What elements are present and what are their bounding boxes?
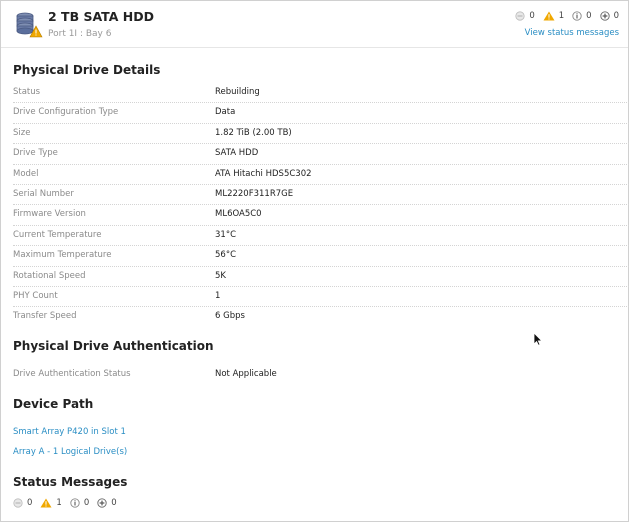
- section-heading-status-messages: Status Messages: [13, 475, 128, 490]
- detail-label: Drive Authentication Status: [13, 368, 131, 379]
- drive-details-panel: 2 TB SATA HDD Port 1I : Bay 6 0 1 0 0 Vi…: [0, 0, 629, 522]
- detail-value: ML2220F311R7GE: [215, 188, 294, 199]
- panel-header: 2 TB SATA HDD Port 1I : Bay 6 0 1 0 0 Vi…: [1, 1, 628, 48]
- details-content: Physical Drive Details Status Rebuilding …: [13, 51, 629, 508]
- critical-status-icon: [515, 11, 525, 21]
- device-path-link-array[interactable]: Array A - 1 Logical Drive(s): [13, 443, 628, 463]
- info-count[interactable]: 0: [572, 11, 592, 21]
- info-status-icon: [70, 498, 80, 508]
- drive-location: Port 1I : Bay 6: [48, 29, 112, 39]
- detail-row: Status Rebuilding: [13, 83, 629, 104]
- detail-value: ML6OA5C0: [215, 209, 262, 220]
- unknown-status-icon: [599, 11, 610, 21]
- detail-row: Drive Configuration Type Data: [13, 103, 629, 124]
- detail-row: Rotational Speed 5K: [13, 267, 629, 287]
- detail-value: Data: [215, 107, 236, 118]
- detail-row: Firmware Version ML6OA5C0: [13, 205, 629, 226]
- detail-row: Drive Type SATA HDD: [13, 144, 629, 165]
- info-count[interactable]: 0: [70, 498, 89, 508]
- detail-value: ATA Hitachi HDS5C302: [215, 168, 312, 179]
- unknown-count[interactable]: 0: [599, 11, 619, 21]
- detail-row: Maximum Temperature 56°C: [13, 246, 629, 267]
- detail-value: 6 Gbps: [215, 311, 245, 322]
- warning-status-icon: [40, 498, 52, 508]
- detail-value: Rebuilding: [215, 87, 260, 97]
- detail-row: Transfer Speed 6 Gbps: [13, 307, 629, 326]
- header-status-summary: 0 1 0 0: [507, 11, 619, 21]
- detail-label: PHY Count: [13, 290, 58, 301]
- detail-value: 56°C: [215, 250, 237, 261]
- detail-value: SATA HDD: [215, 148, 259, 159]
- detail-label: Firmware Version: [13, 209, 86, 220]
- critical-count[interactable]: 0: [13, 498, 32, 508]
- hard-drive-warning-icon: [14, 10, 44, 40]
- detail-row: Current Temperature 31°C: [13, 226, 629, 247]
- status-messages-summary: 0 1 0 0: [13, 498, 628, 508]
- detail-label: Rotational Speed: [13, 270, 86, 281]
- critical-count[interactable]: 0: [515, 11, 535, 21]
- detail-label: Status: [13, 87, 41, 97]
- detail-label: Maximum Temperature: [13, 250, 112, 261]
- detail-label: Transfer Speed: [13, 311, 77, 322]
- detail-value: 5K: [215, 270, 226, 281]
- view-status-messages-link[interactable]: View status messages: [525, 28, 619, 38]
- info-status-icon: [572, 11, 582, 21]
- warning-count[interactable]: 1: [40, 498, 62, 508]
- unknown-count[interactable]: 0: [97, 498, 117, 508]
- detail-label: Current Temperature: [13, 229, 102, 240]
- detail-label: Model: [13, 168, 39, 179]
- warning-count[interactable]: 1: [543, 11, 564, 21]
- detail-value: 1: [215, 290, 221, 301]
- detail-label: Serial Number: [13, 188, 74, 199]
- section-heading-device-path: Device Path: [13, 397, 94, 412]
- detail-label: Drive Configuration Type: [13, 107, 119, 118]
- detail-row: Size 1.82 TiB (2.00 TB): [13, 124, 629, 145]
- warning-status-icon: [543, 11, 555, 21]
- device-path-link-controller[interactable]: Smart Array P420 in Slot 1: [13, 423, 628, 443]
- detail-label: Size: [13, 127, 31, 138]
- detail-label: Drive Type: [13, 148, 58, 159]
- detail-value: 31°C: [215, 229, 237, 240]
- unknown-status-icon: [97, 498, 107, 508]
- detail-row: PHY Count 1: [13, 287, 629, 308]
- page-title: 2 TB SATA HDD: [48, 9, 154, 24]
- mouse-pointer-icon: [533, 331, 543, 350]
- detail-value: 1.82 TiB (2.00 TB): [215, 127, 292, 138]
- section-heading-physical-drive-details: Physical Drive Details: [13, 63, 161, 77]
- detail-value: Not Applicable: [215, 368, 277, 379]
- detail-row: Model ATA Hitachi HDS5C302: [13, 165, 629, 185]
- detail-row: Serial Number ML2220F311R7GE: [13, 185, 629, 206]
- detail-row: Drive Authentication Status Not Applicabl…: [13, 365, 629, 384]
- critical-status-icon: [13, 498, 23, 508]
